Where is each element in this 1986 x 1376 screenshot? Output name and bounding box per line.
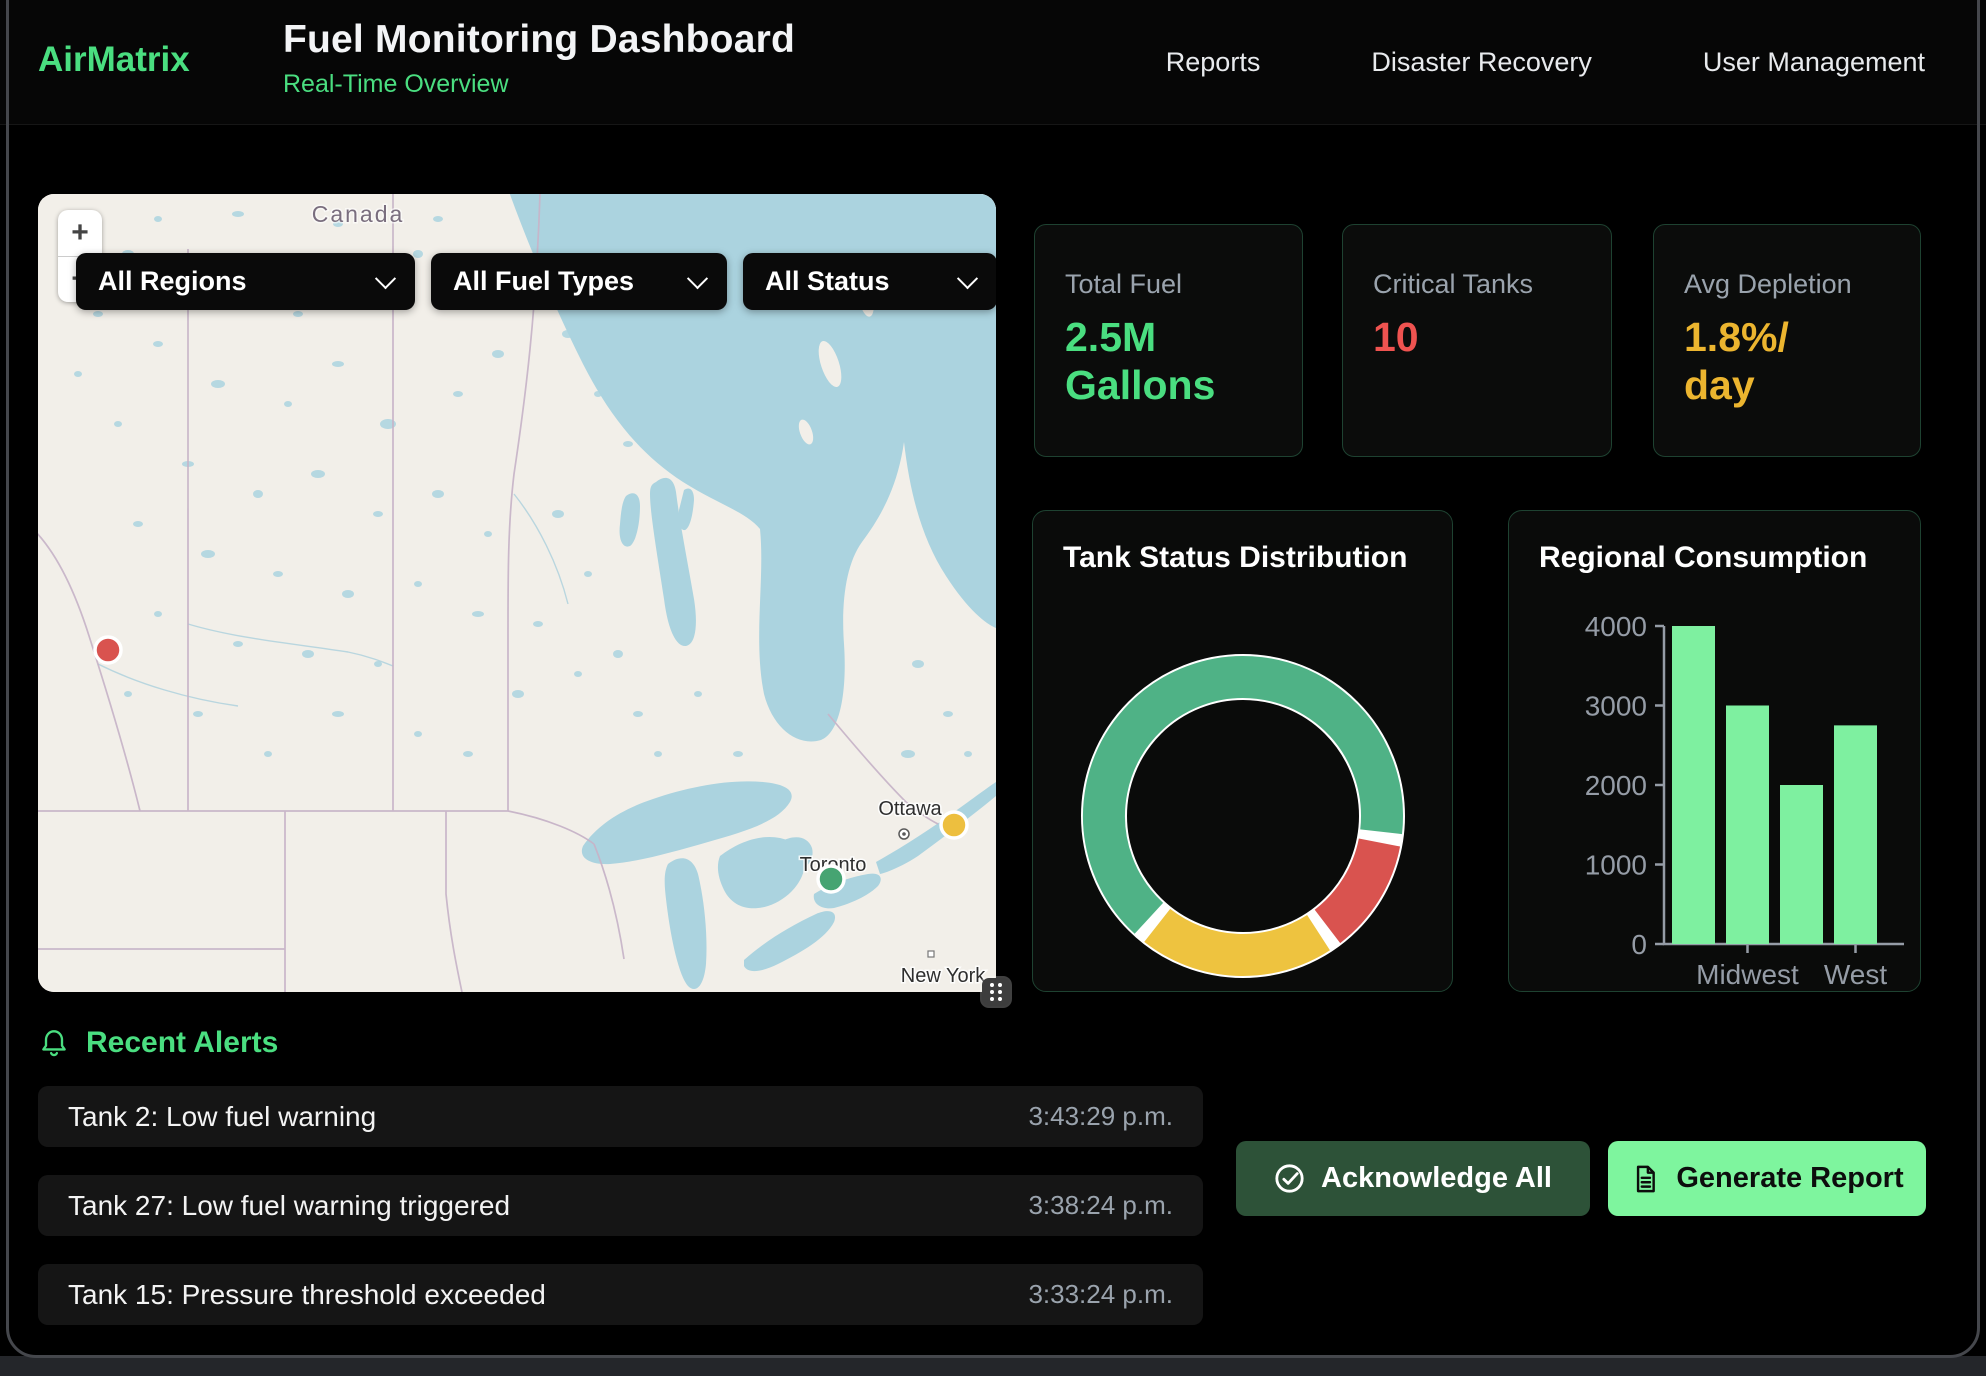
page-subtitle: Real-Time Overview (283, 70, 795, 99)
page-title: Fuel Monitoring Dashboard (283, 18, 795, 62)
stat-card-critical-tanks: Critical Tanks 10 (1342, 224, 1612, 457)
chevron-down-icon (687, 268, 708, 289)
filter-fuel-types-value: All Fuel Types (453, 266, 634, 297)
check-circle-icon (1274, 1163, 1305, 1194)
alert-row: Tank 15: Pressure threshold exceeded 3:3… (38, 1264, 1203, 1325)
filter-status-dropdown[interactable]: All Status (743, 253, 996, 310)
brand-logo: AirMatrix (38, 40, 190, 80)
chevron-down-icon (957, 268, 978, 289)
chevron-down-icon (375, 268, 396, 289)
map-panel[interactable]: Canada Ottawa Toronto New York + − All R… (38, 194, 996, 992)
svg-text:3000: 3000 (1585, 691, 1647, 722)
alert-timestamp: 3:38:24 p.m. (1028, 1190, 1173, 1221)
nav-item-disaster-recovery[interactable]: Disaster Recovery (1371, 47, 1592, 78)
tank-status-distribution-card: Tank Status Distribution (1032, 510, 1453, 992)
map-canvas[interactable]: Canada Ottawa Toronto New York (38, 194, 996, 992)
map-marker-normal[interactable] (818, 866, 844, 892)
map-resize-handle-icon[interactable] (982, 978, 1010, 1006)
svg-text:2000: 2000 (1585, 770, 1647, 801)
generate-report-label: Generate Report (1676, 1162, 1903, 1195)
main-nav: Reports Disaster Recovery User Managemen… (1166, 0, 1925, 124)
zoom-in-button[interactable]: + (58, 210, 102, 256)
alert-timestamp: 3:33:24 p.m. (1028, 1279, 1173, 1310)
stat-label: Avg Depletion (1684, 269, 1890, 300)
alerts-list: Tank 2: Low fuel warning 3:43:29 p.m. Ta… (38, 1086, 1203, 1353)
stat-value: 2.5M Gallons (1065, 313, 1272, 410)
alert-message: Tank 2: Low fuel warning (68, 1101, 376, 1133)
window-bottom-bar (0, 1356, 1986, 1376)
regional-consumption-card: Regional Consumption 01000200030004000Mi… (1508, 510, 1921, 992)
map-filters: All Regions All Fuel Types All Status (76, 253, 996, 310)
stat-value: 10 (1373, 313, 1581, 361)
acknowledge-all-button[interactable]: Acknowledge All (1236, 1141, 1590, 1216)
dashboard-root: AirMatrix Fuel Monitoring Dashboard Real… (0, 0, 1986, 1356)
map-marker-warning[interactable] (941, 812, 967, 838)
document-icon (1630, 1164, 1660, 1194)
svg-text:West: West (1824, 959, 1887, 990)
map-country-label: Canada (312, 201, 405, 227)
acknowledge-all-label: Acknowledge All (1321, 1162, 1552, 1195)
stat-card-total-fuel: Total Fuel 2.5M Gallons (1034, 224, 1303, 457)
nav-item-reports[interactable]: Reports (1166, 47, 1261, 78)
svg-text:4000: 4000 (1585, 611, 1647, 642)
header: AirMatrix Fuel Monitoring Dashboard Real… (0, 0, 1986, 125)
stat-card-avg-depletion: Avg Depletion 1.8%/ day (1653, 224, 1921, 457)
map-city-newyork: New York (901, 965, 986, 987)
recent-alerts-title: Recent Alerts (86, 1026, 278, 1060)
filter-regions-value: All Regions (98, 266, 247, 297)
stat-value: 1.8%/ day (1684, 313, 1890, 410)
stat-label: Critical Tanks (1373, 269, 1581, 300)
alert-timestamp: 3:43:29 p.m. (1028, 1101, 1173, 1132)
stat-label: Total Fuel (1065, 269, 1272, 300)
bell-icon (38, 1027, 70, 1059)
nav-item-user-management[interactable]: User Management (1703, 47, 1925, 78)
alert-row: Tank 2: Low fuel warning 3:43:29 p.m. (38, 1086, 1203, 1147)
alert-row: Tank 27: Low fuel warning triggered 3:38… (38, 1175, 1203, 1236)
tank-status-donut-chart (1078, 651, 1408, 981)
map-city-ottawa: Ottawa (878, 798, 942, 820)
generate-report-button[interactable]: Generate Report (1608, 1141, 1926, 1216)
filter-regions-dropdown[interactable]: All Regions (76, 253, 415, 310)
recent-alerts-header: Recent Alerts (38, 1026, 278, 1060)
alert-message: Tank 15: Pressure threshold exceeded (68, 1279, 546, 1311)
svg-text:Midwest: Midwest (1696, 959, 1799, 990)
alert-message: Tank 27: Low fuel warning triggered (68, 1190, 510, 1222)
svg-text:0: 0 (1631, 929, 1647, 960)
title-block: Fuel Monitoring Dashboard Real-Time Over… (283, 18, 795, 99)
map-marker-critical[interactable] (95, 637, 121, 663)
filter-status-value: All Status (765, 266, 890, 297)
regional-consumption-bar-chart: 0 1000 2000 3000 4000 Midwest West (1509, 511, 1922, 993)
filter-fuel-types-dropdown[interactable]: All Fuel Types (431, 253, 727, 310)
donut-chart-title: Tank Status Distribution (1063, 541, 1407, 575)
svg-text:1000: 1000 (1585, 850, 1647, 881)
